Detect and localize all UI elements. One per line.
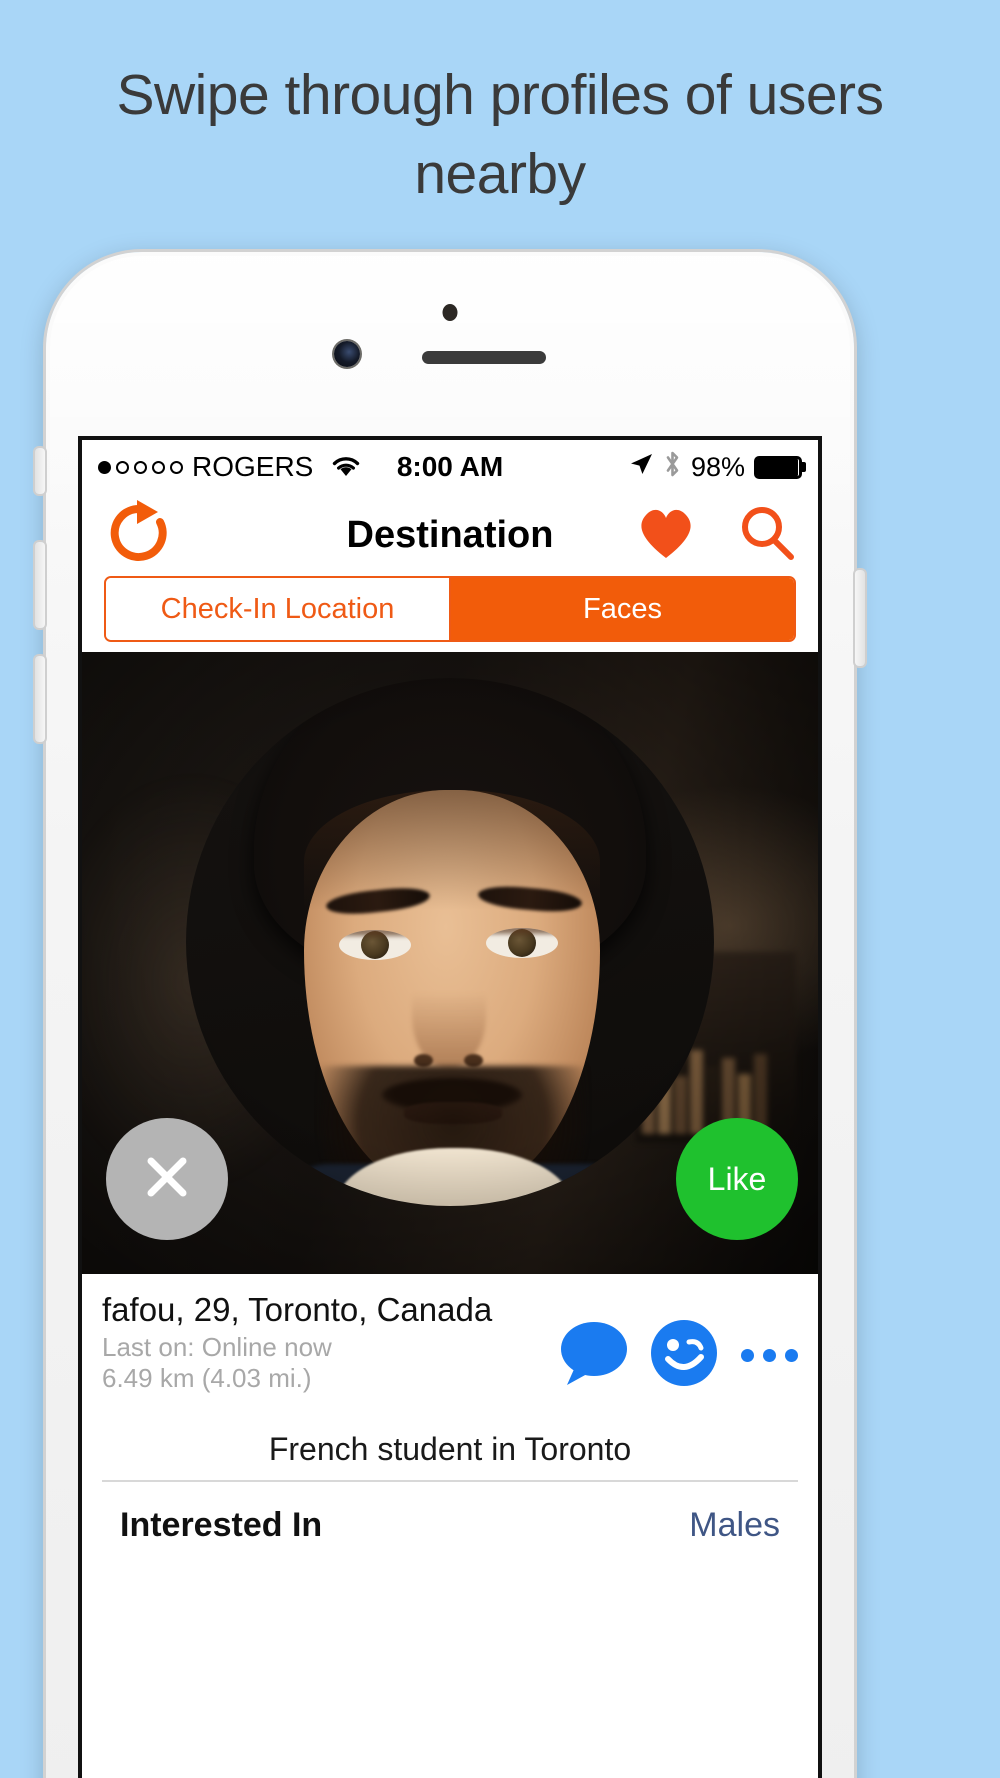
view-mode-segmented-control[interactable]: Check-In Location Faces [104, 576, 796, 642]
earpiece-speaker [422, 351, 546, 364]
proximity-sensor-icon [442, 304, 458, 321]
like-button[interactable]: Like [676, 1118, 798, 1240]
profile-action-buttons [557, 1288, 798, 1393]
search-icon[interactable] [738, 504, 796, 567]
status-bar-right: 98% [628, 450, 802, 485]
phone-screen: ROGERS 8:00 AM 98% Destination Check-In … [78, 436, 822, 1778]
close-x-icon [138, 1148, 196, 1211]
more-options-icon[interactable] [741, 1349, 798, 1362]
refresh-button[interactable] [104, 498, 174, 573]
user-portrait-photo [186, 678, 714, 1206]
battery-icon [754, 455, 802, 479]
profile-summary: fafou, 29, Toronto, Canada Last on: Onli… [82, 1274, 818, 1405]
wink-smiley-icon[interactable] [649, 1318, 719, 1393]
profile-bio: French student in Toronto [102, 1405, 798, 1482]
dismiss-button[interactable] [106, 1118, 228, 1240]
signal-strength-icon [98, 460, 183, 474]
chat-bubble-icon[interactable] [557, 1319, 631, 1392]
location-arrow-icon [628, 451, 654, 484]
refresh-icon [104, 498, 174, 573]
profile-name-age-location: fafou, 29, Toronto, Canada [102, 1291, 493, 1328]
status-bar-left: ROGERS [98, 451, 363, 484]
silent-switch[interactable] [35, 448, 45, 494]
segment-faces[interactable]: Faces [451, 578, 794, 640]
profile-last-online: Last on: Online now [102, 1331, 332, 1362]
status-bar: ROGERS 8:00 AM 98% [82, 440, 818, 494]
app-navigation-bar: Destination [82, 494, 818, 576]
wifi-icon [329, 451, 363, 484]
bluetooth-icon [663, 450, 682, 485]
volume-up-button[interactable] [35, 542, 45, 628]
carrier-name: ROGERS [192, 451, 314, 482]
segment-check-in-location[interactable]: Check-In Location [106, 578, 451, 640]
page-headline: Swipe through profiles of users nearby [116, 63, 884, 206]
power-button[interactable] [855, 570, 865, 666]
detail-row-interested-in: Interested In Males [82, 1482, 818, 1555]
profile-photo-card[interactable]: Like [82, 652, 818, 1274]
like-button-label: Like [707, 1160, 767, 1197]
front-camera-icon [334, 341, 360, 367]
profile-distance: 6.49 km (4.03 mi.) [102, 1363, 312, 1394]
profile-text-block: fafou, 29, Toronto, Canada Last on: Onli… [102, 1288, 557, 1395]
detail-value[interactable]: Males [689, 1506, 780, 1545]
phone-device-frame: ROGERS 8:00 AM 98% Destination Check-In … [35, 252, 865, 1778]
volume-down-button[interactable] [35, 656, 45, 742]
nav-actions [636, 504, 796, 567]
detail-label: Interested In [120, 1505, 323, 1544]
heart-icon[interactable] [636, 505, 696, 566]
battery-percent-label: 98% [690, 451, 745, 482]
